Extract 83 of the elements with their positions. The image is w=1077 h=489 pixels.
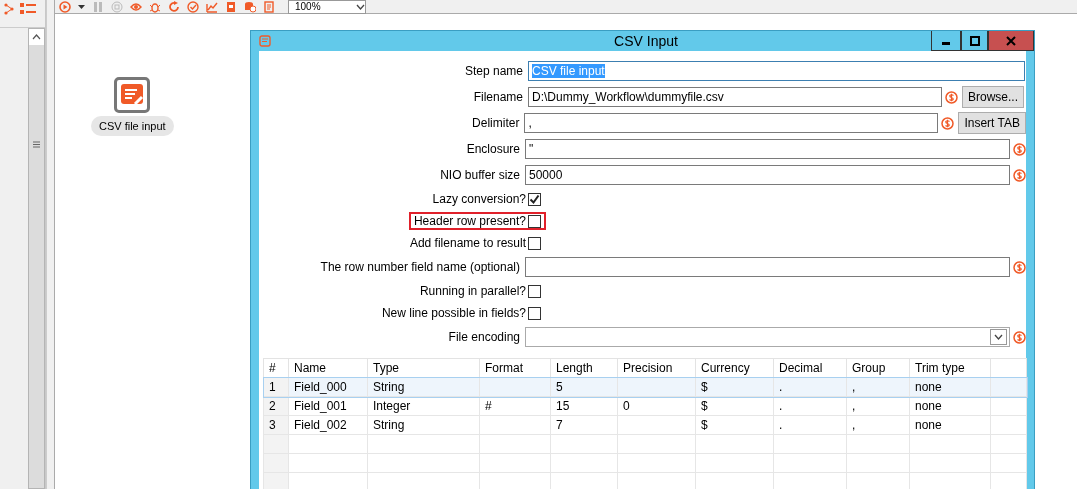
step-label[interactable]: CSV file input xyxy=(91,116,174,136)
dropdown-field[interactable] xyxy=(525,327,1010,347)
table-cell: none xyxy=(909,377,991,397)
table-cell: Integer xyxy=(367,396,480,416)
table-cell: # xyxy=(479,396,551,416)
bug-icon[interactable] xyxy=(149,0,161,13)
text-field[interactable] xyxy=(525,257,1010,277)
table-cell: none xyxy=(909,396,991,416)
table-cell: 0 xyxy=(617,396,696,416)
zoom-dropdown[interactable]: 100% xyxy=(288,0,366,14)
field-label: Filename xyxy=(472,90,524,104)
table-cell: . xyxy=(773,415,847,435)
table-cell: $ xyxy=(695,415,774,435)
field-label: Delimiter xyxy=(471,116,521,130)
field-label: The row number field name (optional) xyxy=(319,260,521,274)
column-header[interactable]: Currency xyxy=(695,358,774,378)
hierarchy-icon[interactable] xyxy=(4,2,14,16)
minimize-button[interactable] xyxy=(931,31,961,51)
table-cell: Field_001 xyxy=(288,396,368,416)
table-cell: , xyxy=(846,415,910,435)
scrollbar[interactable] xyxy=(28,28,45,489)
field-label: File encoding xyxy=(447,330,521,344)
checkbox[interactable] xyxy=(528,192,541,206)
checkbox[interactable] xyxy=(528,214,541,228)
checkbox[interactable] xyxy=(528,306,541,320)
column-header[interactable]: Precision xyxy=(617,358,696,378)
text-field[interactable]: , xyxy=(524,113,939,133)
table-cell: none xyxy=(909,415,991,435)
text-field[interactable]: 50000 xyxy=(525,165,1010,185)
column-header[interactable]: Group xyxy=(846,358,910,378)
field-label: Add filename to result xyxy=(409,236,526,250)
grip-icon[interactable] xyxy=(33,141,40,148)
checkbox[interactable] xyxy=(528,284,541,298)
table-cell: $ xyxy=(695,377,774,397)
table-cell: 7 xyxy=(550,415,618,435)
table-cell: , xyxy=(846,377,910,397)
field-label: Enclosure xyxy=(465,142,521,156)
document-icon[interactable] xyxy=(225,0,237,13)
eye-icon[interactable] xyxy=(130,0,142,13)
chevron-icon[interactable] xyxy=(990,329,1007,345)
refresh-icon[interactable] xyxy=(168,0,180,13)
column-header[interactable]: Name xyxy=(288,358,368,378)
table-cell: String xyxy=(367,377,480,397)
field-label: Running in parallel? xyxy=(419,284,526,298)
column-header[interactable]: # xyxy=(263,358,289,378)
chart-arrow-icon[interactable] xyxy=(206,0,218,13)
checkbox[interactable] xyxy=(528,236,541,250)
check-icon[interactable] xyxy=(187,0,199,13)
table-cell: . xyxy=(773,396,847,416)
run-icon[interactable] xyxy=(59,0,71,13)
list-icon[interactable] xyxy=(20,2,36,16)
close-icon[interactable] xyxy=(1006,35,1016,46)
column-header[interactable]: Decimal xyxy=(773,358,847,378)
text-field[interactable]: D:\Dummy_Workflow\dummyfile.csv xyxy=(528,87,942,107)
table-cell: . xyxy=(773,377,847,397)
field-label: Lazy conversion? xyxy=(432,192,526,206)
text-field[interactable]: " xyxy=(525,139,1010,159)
table-cell: Field_002 xyxy=(288,415,368,435)
table-cell: 1 xyxy=(263,377,289,397)
table-cell: 5 xyxy=(550,377,618,397)
field-label: New line possible in fields? xyxy=(381,306,526,320)
window-icon xyxy=(259,35,271,47)
maximize-button[interactable] xyxy=(961,31,988,51)
close-button[interactable] xyxy=(988,31,1034,51)
maximize-icon[interactable] xyxy=(969,35,980,46)
field-label: Step name xyxy=(463,64,524,78)
step-icon[interactable] xyxy=(114,77,151,113)
notes-icon[interactable] xyxy=(263,0,275,13)
column-header[interactable]: Trim type xyxy=(909,358,991,378)
table-cell: Field_000 xyxy=(288,377,368,397)
table-cell: 15 xyxy=(550,396,618,416)
window-title: CSV Input xyxy=(613,33,679,49)
column-header[interactable]: Type xyxy=(367,358,480,378)
column-header[interactable]: Length xyxy=(550,358,618,378)
field-label: Header row present? xyxy=(413,214,526,228)
field-button[interactable]: Browse... xyxy=(962,86,1024,108)
table-cell: , xyxy=(846,396,910,416)
field-label: NIO buffer size xyxy=(439,168,521,182)
table-cell: $ xyxy=(695,396,774,416)
table-cell: String xyxy=(367,415,480,435)
column-header[interactable]: Format xyxy=(479,358,551,378)
field-button[interactable]: Insert TAB xyxy=(958,112,1026,134)
database-icon[interactable] xyxy=(244,0,256,13)
